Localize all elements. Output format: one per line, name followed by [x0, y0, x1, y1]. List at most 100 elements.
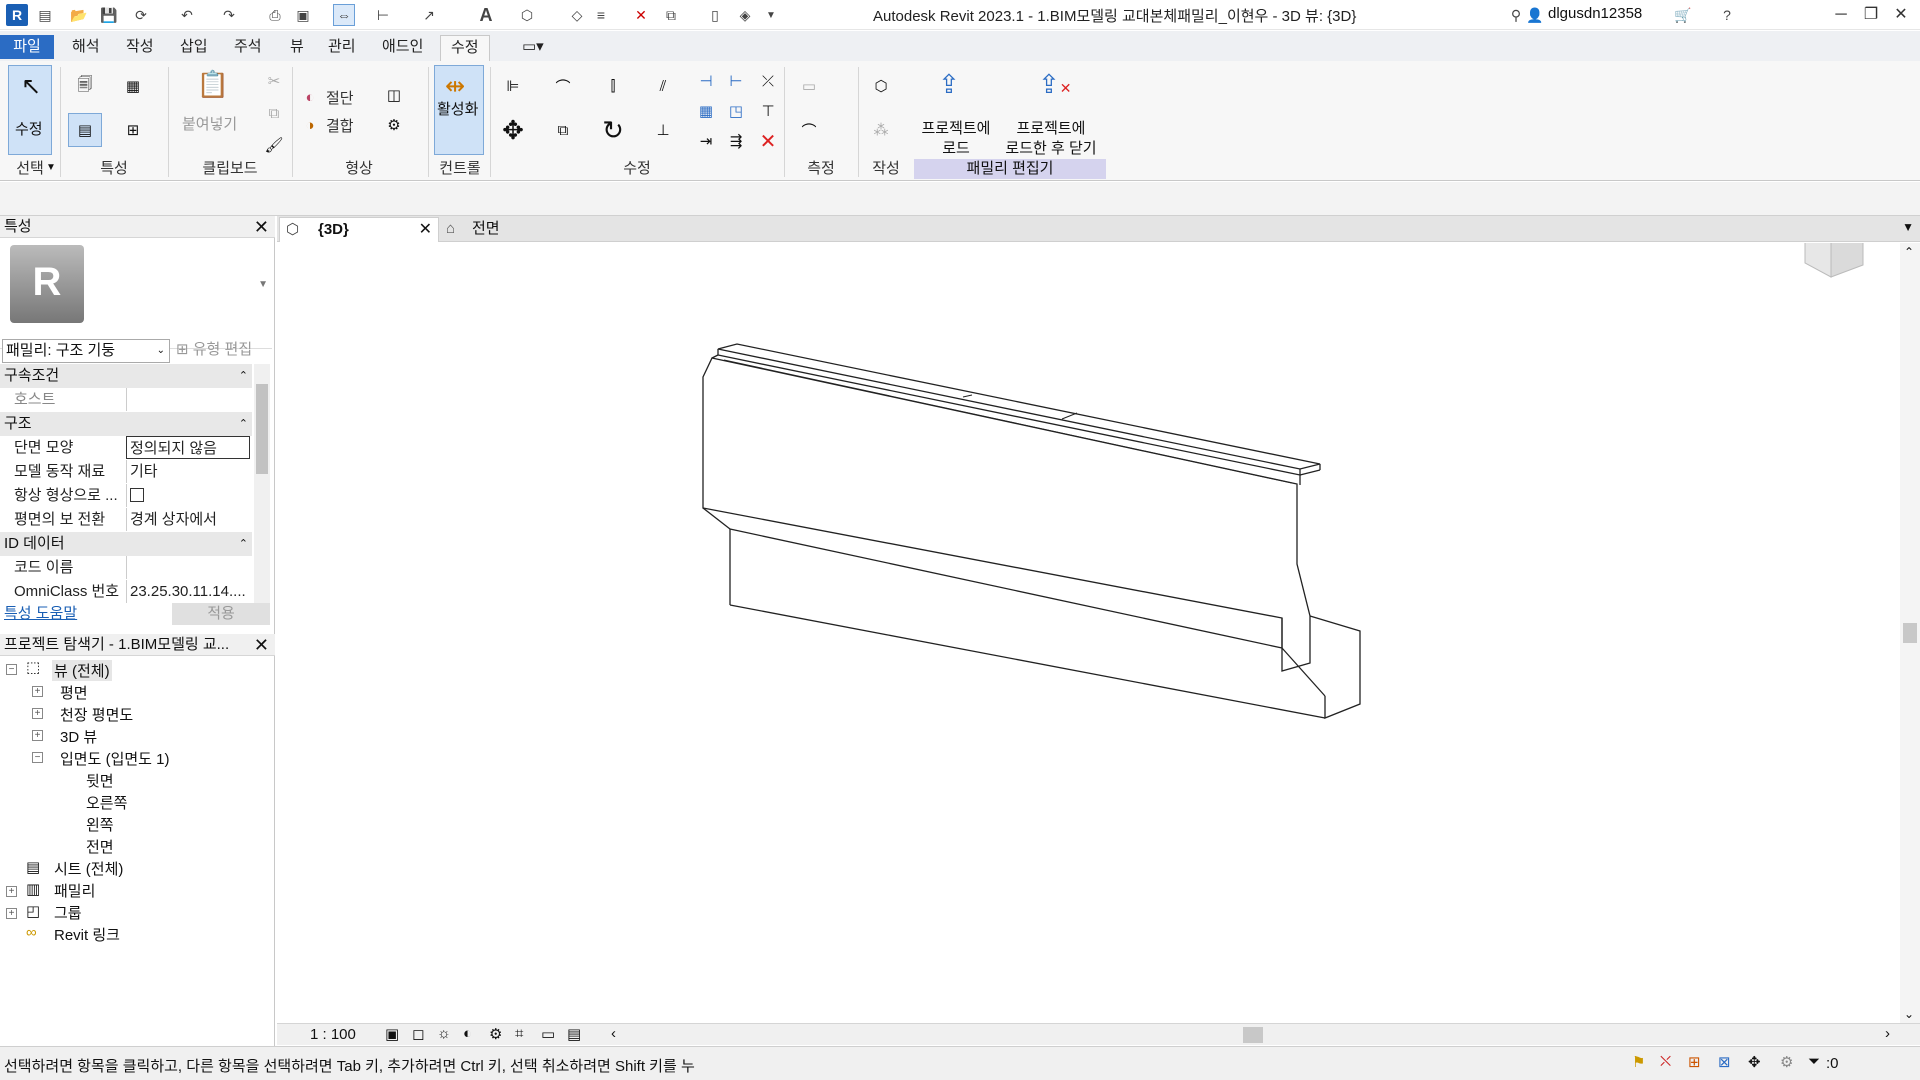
contextual-tab-toggle-icon[interactable]: ▭▾: [512, 35, 554, 61]
dimension-icon[interactable]: ⌒: [792, 113, 826, 147]
type-selector[interactable]: 패밀리: 구조 기둥 ⌄: [2, 339, 170, 363]
project-browser-close-icon[interactable]: ✕: [254, 634, 269, 656]
minimize-button[interactable]: ─: [1826, 2, 1856, 28]
apply-button[interactable]: 적용: [172, 603, 270, 625]
select-links-icon[interactable]: ⚑: [1632, 1053, 1645, 1071]
tree-item-right[interactable]: 오른쪽: [86, 792, 127, 813]
customize-chevron-icon[interactable]: ▼: [760, 4, 782, 26]
cube-icon[interactable]: ▯: [704, 4, 726, 26]
move-icon[interactable]: ✥: [496, 113, 530, 147]
create-similar-icon[interactable]: ⬡: [864, 69, 898, 103]
join-geometry-label[interactable]: 결합: [326, 115, 354, 136]
delete-icon[interactable]: ✕: [756, 129, 780, 153]
scroll-down-icon[interactable]: ⌄: [1904, 1007, 1914, 1021]
tree-item-plans[interactable]: 평면: [60, 682, 88, 703]
tab-addins[interactable]: 애드인: [372, 35, 433, 61]
tree-item-elevations[interactable]: 입면도 (입면도 1): [60, 748, 169, 769]
type-preview-dropdown-icon[interactable]: ▼: [258, 279, 268, 290]
measure-between-icon[interactable]: ▭: [792, 69, 826, 103]
expand-icon[interactable]: +: [32, 686, 43, 697]
tree-item-3d-views[interactable]: 3D 뷰: [60, 726, 97, 747]
sun-path-icon[interactable]: ☼: [437, 1025, 451, 1042]
cut-geometry-label[interactable]: 절단: [326, 87, 354, 108]
info-center-icon[interactable]: ▤: [34, 4, 56, 26]
close-button[interactable]: ✕: [1886, 2, 1916, 28]
scale-display[interactable]: 1 : 100: [310, 1026, 356, 1043]
redo-icon[interactable]: ↷: [218, 4, 240, 26]
tree-item-families[interactable]: 패밀리: [54, 880, 95, 901]
export-pdf-icon[interactable]: ▣: [292, 4, 314, 26]
join-geometry-icon[interactable]: ◑: [298, 113, 322, 137]
sync-icon[interactable]: ⟳: [130, 4, 152, 26]
select-dropdown-icon[interactable]: ▼: [46, 162, 56, 173]
edit-type-button[interactable]: ⊞ 유형 편집: [176, 339, 272, 363]
modify-select-button[interactable]: ↖ 수정: [8, 65, 52, 155]
select-underlay-icon[interactable]: ⛌: [1660, 1053, 1671, 1070]
cart-icon[interactable]: 🛒: [1672, 4, 1694, 26]
horizontal-scroll-thumb[interactable]: [1243, 1027, 1263, 1043]
copy-icon[interactable]: ⧉: [262, 101, 286, 125]
tab-file[interactable]: 파일: [0, 35, 54, 59]
vertical-scrollbar[interactable]: ⌃ ⌄: [1900, 243, 1920, 1023]
expand-icon[interactable]: +: [32, 730, 43, 741]
property-row-material[interactable]: 모델 동작 재료 기타: [0, 460, 252, 484]
tab-insert[interactable]: 삽입: [170, 35, 218, 61]
scroll-right-icon[interactable]: ›: [1885, 1025, 1890, 1042]
detail-level-icon[interactable]: ▣: [385, 1025, 399, 1043]
property-row-always-vertical[interactable]: 항상 형상으로 ...: [0, 484, 252, 508]
scroll-thumb[interactable]: [1903, 623, 1917, 643]
3d-view-icon[interactable]: ⬡: [516, 4, 538, 26]
mirror-draw-icon[interactable]: ⫽: [646, 69, 680, 103]
activate-controls-button[interactable]: ⇹ 활성화: [434, 65, 484, 155]
array-icon[interactable]: ▦: [694, 99, 718, 123]
tab-modify[interactable]: 수정: [440, 35, 490, 61]
materials-icon[interactable]: ◈: [734, 4, 756, 26]
background-process-icon[interactable]: ⚙: [1780, 1053, 1793, 1071]
tab-manage[interactable]: 관리: [318, 35, 366, 61]
tree-item-left[interactable]: 왼쪽: [86, 814, 114, 835]
property-row-plan-transition[interactable]: 평면의 보 전환 경계 상자에서: [0, 508, 252, 532]
close-hidden-icon[interactable]: ✕: [630, 4, 652, 26]
scale-icon[interactable]: ◳: [724, 99, 748, 123]
load-into-project-and-close-button[interactable]: ⇪✕ 프로젝트에 로드한 후 닫기: [998, 65, 1104, 157]
match-properties-icon[interactable]: 🖌: [262, 133, 286, 157]
tree-item-views[interactable]: 뷰 (전체): [52, 660, 112, 681]
text-icon[interactable]: A: [475, 4, 497, 26]
paint-icon[interactable]: ⚙: [382, 113, 406, 137]
cut-geometry-icon[interactable]: ◐: [298, 85, 322, 109]
align-icon[interactable]: ⊫: [496, 69, 530, 103]
tabs-menu-icon[interactable]: ▼: [1902, 220, 1914, 234]
select-pinned-icon[interactable]: ⊞: [1688, 1053, 1701, 1071]
measure-icon[interactable]: ⇔: [333, 4, 355, 26]
category-identity-data[interactable]: ID 데이터 ⌃: [0, 532, 252, 556]
paste-icon[interactable]: 📋: [196, 67, 230, 101]
tree-item-sheets[interactable]: 시트 (전체): [54, 858, 123, 879]
tree-item-ceiling-plans[interactable]: 천장 평면도: [60, 704, 133, 725]
thin-lines-icon[interactable]: ≡: [590, 4, 612, 26]
tree-item-groups[interactable]: 그룹: [54, 902, 82, 923]
copy-element-icon[interactable]: ⧉: [546, 113, 580, 147]
abutment-model[interactable]: [702, 343, 1361, 719]
paste-label[interactable]: 붙여넣기: [182, 113, 237, 134]
property-row-section-shape[interactable]: 단면 모양 정의되지 않음: [0, 436, 252, 460]
crop-icon[interactable]: ⌗: [515, 1025, 523, 1042]
trim-extend-icon[interactable]: ⊥: [646, 113, 680, 147]
print-icon[interactable]: ⎙: [264, 4, 286, 26]
user-icon[interactable]: 👤: [1524, 4, 1546, 26]
view-tab-3d[interactable]: ⬡ {3D} ✕: [279, 217, 439, 242]
tree-item-back[interactable]: 뒷면: [86, 770, 114, 791]
revit-logo-icon[interactable]: R: [6, 4, 28, 26]
properties-close-icon[interactable]: ✕: [254, 216, 269, 238]
family-category-icon[interactable]: ▦: [116, 69, 150, 103]
cut-icon[interactable]: ✂: [262, 69, 286, 93]
expand-icon[interactable]: +: [6, 886, 17, 897]
expand-icon[interactable]: +: [32, 708, 43, 719]
load-into-project-button[interactable]: ⇪ 프로젝트에 로드: [916, 65, 996, 157]
scroll-up-icon[interactable]: ⌃: [1904, 245, 1914, 259]
view-tab-front[interactable]: ⌂ 전면: [440, 217, 560, 242]
drag-elements-icon[interactable]: ✥: [1748, 1053, 1761, 1071]
hide-icon[interactable]: ▤: [567, 1025, 581, 1043]
section-icon[interactable]: ◇: [566, 4, 588, 26]
tab-view[interactable]: 뷰: [280, 35, 314, 61]
save-icon[interactable]: 💾: [98, 4, 120, 26]
